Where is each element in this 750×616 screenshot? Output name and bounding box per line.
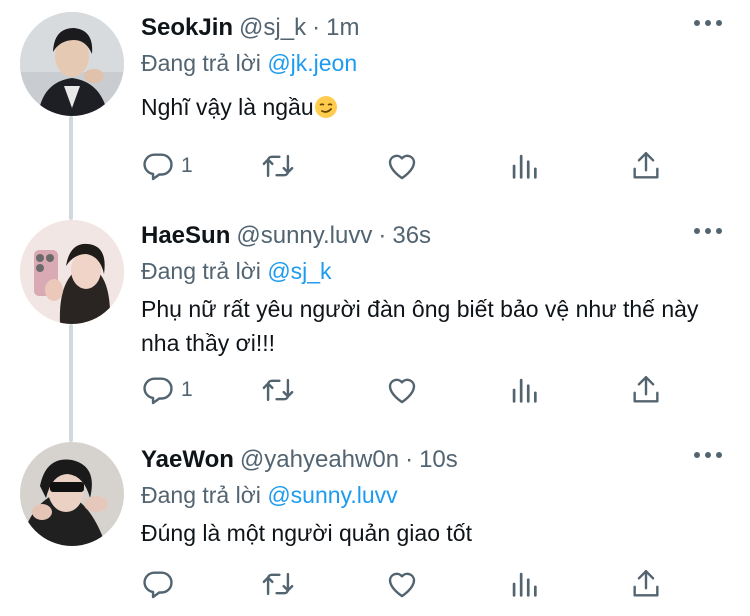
like-button[interactable]: [385, 370, 419, 410]
reply-count: 1: [181, 154, 193, 177]
reply-button[interactable]: 1: [141, 146, 193, 186]
tweet-actions: [141, 564, 681, 604]
like-button[interactable]: [385, 564, 419, 604]
avatar[interactable]: [20, 220, 124, 324]
smirk-face-emoji: [314, 96, 337, 118]
tweet-text-line: Phụ nữ rất yêu người đàn ông biết bảo vệ…: [141, 296, 699, 322]
reply-count: 1: [181, 378, 193, 401]
retweet-button[interactable]: [261, 564, 295, 604]
timestamp[interactable]: 10s: [419, 446, 458, 474]
separator-dot: ·: [378, 222, 387, 249]
avatar-image: [20, 442, 124, 546]
tweet-text-line: Đúng là một người quản giao tốt: [141, 520, 472, 546]
views-icon: [512, 572, 537, 597]
reply-button[interactable]: 1: [141, 370, 193, 410]
retweet-icon: [262, 572, 294, 596]
tweet-text-line: nha thầy ơi!!!: [141, 330, 275, 356]
tweet-actions: 1: [141, 146, 681, 186]
display-name[interactable]: YaeWon: [141, 446, 234, 474]
share-button[interactable]: [629, 146, 663, 186]
mention-link[interactable]: @sj_k: [267, 258, 331, 284]
replying-label: Đang trả lời: [141, 258, 261, 284]
more-icon: [694, 20, 700, 26]
retweet-icon: [262, 378, 294, 402]
display-name[interactable]: HaeSun: [141, 222, 230, 250]
share-icon: [633, 570, 659, 597]
replying-to: Đang trả lời @sunny.luvv: [141, 482, 398, 509]
more-icon: [694, 452, 700, 458]
timestamp[interactable]: 36s: [392, 222, 431, 250]
replying-label: Đang trả lời: [141, 50, 261, 76]
reply-icon: [143, 377, 173, 405]
tweet-text: Nghĩ vậy là ngầu: [141, 90, 338, 124]
mention-link[interactable]: @jk.jeon: [267, 50, 357, 76]
mention-link[interactable]: @sunny.luvv: [267, 482, 397, 508]
heart-icon: [388, 572, 416, 598]
tweet-text-line: Nghĩ vậy là ngầu: [141, 94, 314, 120]
tweet-header: SeokJin @sj_k · 1m: [141, 10, 359, 46]
tweet-text: Đúng là một người quản giao tốt: [141, 516, 472, 550]
separator-dot: ·: [312, 14, 321, 41]
tweet[interactable]: SeokJin @sj_k · 1m Đang trả lời @jk.jeon…: [0, 10, 750, 200]
avatar-image: [20, 220, 124, 324]
retweet-button[interactable]: [261, 146, 295, 186]
more-options-button[interactable]: [694, 228, 722, 234]
more-options-button[interactable]: [694, 20, 722, 26]
heart-icon: [388, 154, 416, 180]
views-button[interactable]: [507, 370, 541, 410]
retweet-icon: [262, 154, 294, 178]
user-handle[interactable]: @yahyeahw0n: [240, 446, 399, 474]
reply-button[interactable]: [141, 564, 181, 604]
views-button[interactable]: [507, 146, 541, 186]
avatar[interactable]: [20, 442, 124, 546]
tweet[interactable]: YaeWon @yahyeahw0n · 10s Đang trả lời @s…: [0, 442, 750, 616]
tweet[interactable]: HaeSun @sunny.luvv · 36s Đang trả lời @s…: [0, 218, 750, 428]
reply-icon: [143, 571, 173, 599]
avatar-image: [20, 12, 124, 116]
retweet-button[interactable]: [261, 370, 295, 410]
tweet-actions: 1: [141, 370, 681, 410]
more-icon: [694, 228, 700, 234]
heart-icon: [388, 378, 416, 404]
share-icon: [633, 152, 659, 179]
replying-to: Đang trả lời @sj_k: [141, 258, 332, 285]
share-button[interactable]: [629, 370, 663, 410]
separator-dot: ·: [405, 446, 414, 473]
display-name[interactable]: SeokJin: [141, 14, 233, 42]
tweet-header: HaeSun @sunny.luvv · 36s: [141, 218, 431, 254]
user-handle[interactable]: @sj_k: [239, 14, 306, 42]
avatar[interactable]: [20, 12, 124, 116]
replying-to: Đang trả lời @jk.jeon: [141, 50, 357, 77]
tweet-text: Phụ nữ rất yêu người đàn ông biết bảo vệ…: [141, 292, 698, 360]
share-button[interactable]: [629, 564, 663, 604]
more-options-button[interactable]: [694, 452, 722, 458]
like-button[interactable]: [385, 146, 419, 186]
reply-icon: [143, 153, 173, 181]
views-button[interactable]: [507, 564, 541, 604]
tweet-header: YaeWon @yahyeahw0n · 10s: [141, 442, 458, 478]
user-handle[interactable]: @sunny.luvv: [236, 222, 372, 250]
views-icon: [512, 378, 537, 403]
replying-label: Đang trả lời: [141, 482, 261, 508]
timestamp[interactable]: 1m: [326, 14, 359, 42]
views-icon: [512, 154, 537, 179]
share-icon: [633, 376, 659, 403]
